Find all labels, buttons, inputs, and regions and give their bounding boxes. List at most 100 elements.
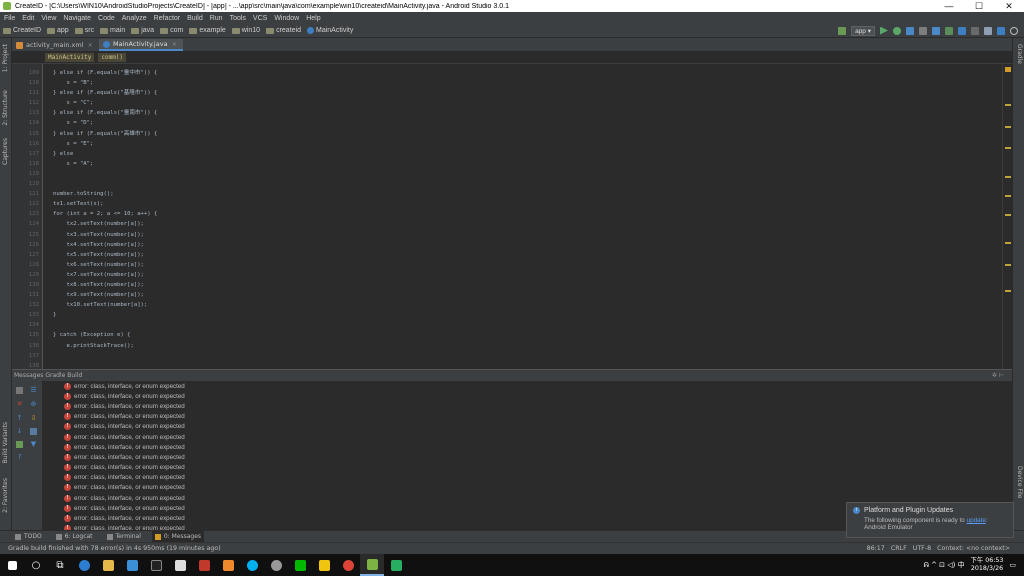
menu-vcs[interactable]: VCS bbox=[253, 15, 267, 22]
close-tab-icon[interactable]: × bbox=[88, 41, 93, 49]
error-message[interactable]: ! error: class, interface, or enum expect… bbox=[42, 473, 1012, 483]
code-line[interactable]: 128 tx6.setText(number[a]); bbox=[12, 260, 1002, 270]
favorites-tool-button[interactable]: 2: Favorites bbox=[2, 478, 9, 513]
export-icon[interactable]: ⇩ bbox=[30, 415, 37, 422]
app-icon-green[interactable] bbox=[384, 554, 408, 576]
structure-icon[interactable] bbox=[984, 26, 992, 35]
show-warnings-icon[interactable] bbox=[30, 428, 37, 435]
close-tab-icon[interactable]: × bbox=[172, 40, 177, 48]
export-log-icon[interactable] bbox=[16, 441, 23, 448]
build-variants-tool-button[interactable]: Build Variants bbox=[2, 422, 9, 463]
code-text[interactable]: for (int a = 2; a <= 10; a++) { bbox=[53, 209, 157, 219]
warning-marker[interactable] bbox=[1005, 264, 1011, 266]
code-line[interactable]: 127 tx5.setText(number[a]); bbox=[12, 250, 1002, 260]
menu-analyze[interactable]: Analyze bbox=[122, 15, 147, 22]
logcat-tool-button[interactable]: 6: Logcat bbox=[53, 531, 96, 542]
code-line[interactable]: 111} else if (F.equals("基隆市")) { bbox=[12, 88, 1002, 98]
menu-view[interactable]: View bbox=[41, 15, 56, 22]
error-message[interactable]: ! error: class, interface, or enum expect… bbox=[42, 381, 1012, 391]
close-icon[interactable]: ✕ bbox=[16, 401, 23, 408]
structure-tool-button[interactable]: 2: Structure bbox=[2, 90, 9, 126]
clock[interactable]: 下午 06:53 2018/3/26 bbox=[971, 557, 1004, 573]
crumb-src[interactable]: src bbox=[74, 27, 94, 34]
project-tool-button[interactable]: 1: Project bbox=[2, 44, 9, 72]
code-line[interactable]: 113} else if (F.equals("臺南市")) { bbox=[12, 108, 1002, 118]
store-icon[interactable] bbox=[120, 554, 144, 576]
code-text[interactable]: e.printStackTrace(); bbox=[53, 341, 133, 351]
code-area[interactable]: 109} else if (F.equals("臺中市")) {110 s = … bbox=[12, 68, 1002, 369]
code-text[interactable]: number.toString(); bbox=[53, 189, 114, 199]
warning-marker[interactable] bbox=[1005, 104, 1011, 106]
collapse-icon[interactable]: ⊕ bbox=[30, 401, 37, 408]
todo-tool-button[interactable]: TODO bbox=[12, 531, 45, 542]
code-line[interactable]: 133} bbox=[12, 310, 1002, 320]
code-line[interactable]: 123 for (int a = 2; a <= 10; a++) { bbox=[12, 209, 1002, 219]
code-text[interactable]: tx6.setText(number[a]); bbox=[53, 260, 143, 270]
code-text[interactable]: tx7.setText(number[a]); bbox=[53, 270, 143, 280]
menu-window[interactable]: Window bbox=[274, 15, 299, 22]
down-arrow-icon[interactable]: ↓ bbox=[16, 428, 23, 435]
code-line[interactable]: 131 tx9.setText(number[a]); bbox=[12, 290, 1002, 300]
menu-run[interactable]: Run bbox=[210, 15, 223, 22]
crumb-project[interactable]: CreateID bbox=[3, 27, 41, 34]
menu-file[interactable]: File bbox=[4, 15, 15, 22]
code-line[interactable]: 124 tx2.setText(number[a]); bbox=[12, 219, 1002, 229]
code-line[interactable]: 119 bbox=[12, 169, 1002, 179]
app-icon-red[interactable] bbox=[192, 554, 216, 576]
menu-tools[interactable]: Tools bbox=[230, 15, 246, 22]
code-line[interactable]: 114 s = "D"; bbox=[12, 118, 1002, 128]
menu-refactor[interactable]: Refactor bbox=[154, 15, 180, 22]
code-line[interactable]: 138 bbox=[12, 361, 1002, 369]
code-line[interactable]: 116 s = "E"; bbox=[12, 139, 1002, 149]
tab-activity-main-xml[interactable]: activity_main.xml × bbox=[12, 39, 99, 51]
code-text[interactable]: tx4.setText(number[a]); bbox=[53, 240, 143, 250]
warning-marker[interactable] bbox=[1005, 176, 1011, 178]
code-text[interactable]: tx2.setText(number[a]); bbox=[53, 219, 143, 229]
code-line[interactable]: 115} else if (F.equals("高雄市")) { bbox=[12, 129, 1002, 139]
warning-marker[interactable] bbox=[1005, 214, 1011, 216]
code-text[interactable]: tx10.setText(number[a]); bbox=[53, 300, 147, 310]
error-message[interactable]: ! error: class, interface, or enum expect… bbox=[42, 452, 1012, 462]
code-line[interactable]: 136 e.printStackTrace(); bbox=[12, 341, 1002, 351]
menu-edit[interactable]: Edit bbox=[22, 15, 34, 22]
task-view-icon[interactable]: ⧉ bbox=[48, 554, 72, 576]
error-message[interactable]: ! error: class, interface, or enum expect… bbox=[42, 412, 1012, 422]
crumb-createid[interactable]: createid bbox=[266, 27, 301, 34]
breadcrumb-method[interactable]: comm() bbox=[98, 52, 127, 62]
code-text[interactable]: s = "B"; bbox=[53, 78, 93, 88]
warning-marker[interactable] bbox=[1005, 126, 1011, 128]
code-line[interactable]: 122 tx1.setText(s); bbox=[12, 199, 1002, 209]
crumb-java[interactable]: java bbox=[131, 27, 154, 34]
code-text[interactable]: } else if (F.equals("臺南市")) { bbox=[53, 108, 157, 118]
menu-code[interactable]: Code bbox=[98, 15, 115, 22]
code-text[interactable]: s = "A"; bbox=[53, 159, 93, 169]
code-text[interactable]: } else bbox=[53, 149, 73, 159]
search-icon[interactable] bbox=[1010, 26, 1018, 35]
sdk-manager-icon[interactable] bbox=[958, 26, 966, 35]
caret-position[interactable]: 86:17 bbox=[867, 545, 885, 552]
minimize-button[interactable]: — bbox=[934, 1, 964, 11]
menu-build[interactable]: Build bbox=[187, 15, 203, 22]
file-encoding[interactable]: UTF-8 bbox=[913, 545, 931, 552]
error-marker[interactable] bbox=[1005, 67, 1011, 72]
profile-icon[interactable] bbox=[906, 26, 914, 35]
error-message[interactable]: ! error: class, interface, or enum expect… bbox=[42, 401, 1012, 411]
warning-marker[interactable] bbox=[1005, 290, 1011, 292]
tab-mainactivity-java[interactable]: MainActivity.java × bbox=[98, 39, 184, 51]
terminal-tool-button[interactable]: Terminal bbox=[104, 531, 144, 542]
code-line[interactable]: 109} else if (F.equals("臺中市")) { bbox=[12, 68, 1002, 78]
code-text[interactable]: } else if (F.equals("臺中市")) { bbox=[53, 68, 157, 78]
menu-navigate[interactable]: Navigate bbox=[63, 15, 91, 22]
warning-marker[interactable] bbox=[1005, 242, 1011, 244]
line-separator[interactable]: CRLF bbox=[891, 545, 907, 552]
code-text[interactable]: s = "E"; bbox=[53, 139, 93, 149]
code-text[interactable]: tx5.setText(number[a]); bbox=[53, 250, 143, 260]
error-stripe[interactable] bbox=[1002, 64, 1012, 369]
up-arrow-icon[interactable]: ↑ bbox=[16, 415, 23, 422]
run-icon[interactable] bbox=[880, 26, 888, 35]
crumb-win10[interactable]: win10 bbox=[231, 27, 260, 34]
code-line[interactable]: 126 tx4.setText(number[a]); bbox=[12, 240, 1002, 250]
app-icon-yellow[interactable] bbox=[312, 554, 336, 576]
filter-icon[interactable]: ▼ bbox=[30, 441, 37, 448]
crumb-com[interactable]: com bbox=[160, 27, 183, 34]
